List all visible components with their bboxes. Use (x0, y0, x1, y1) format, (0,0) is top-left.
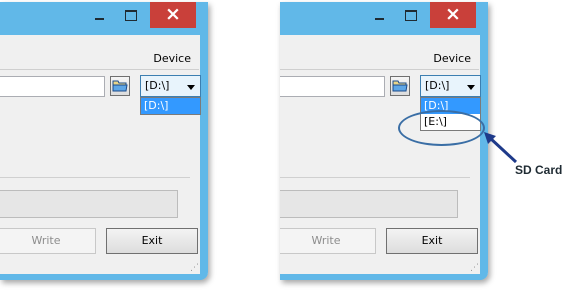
device-select[interactable]: [D:\] (140, 75, 201, 97)
close-icon[interactable] (150, 2, 196, 28)
device-select-value: [D:\] (145, 79, 170, 92)
folder-icon (112, 80, 128, 92)
maximize-icon[interactable] (396, 2, 426, 28)
maximize-icon[interactable] (116, 2, 146, 28)
chevron-down-icon[interactable] (467, 85, 475, 90)
device-select[interactable]: [D:\] (420, 75, 481, 97)
progress-bar (280, 190, 458, 218)
window-border-bottom (280, 274, 488, 280)
device-label: Device (153, 52, 191, 65)
write-button[interactable]: Write (0, 228, 96, 254)
dropdown-option-d[interactable]: [D:\] (141, 98, 200, 114)
client-area: Device [D:\] [D:\] Write Exit ⋰ (0, 35, 201, 274)
window-border-right (200, 2, 208, 280)
device-group: Device (280, 49, 479, 70)
arrow-icon (484, 132, 518, 164)
resize-grip-icon[interactable]: ⋰ (470, 263, 479, 273)
path-input[interactable] (0, 76, 105, 97)
group-divider (0, 177, 190, 178)
browse-folder-button[interactable] (110, 76, 130, 96)
device-label: Device (433, 52, 471, 65)
sd-card-highlight (398, 110, 485, 146)
device-dropdown: [D:\] (140, 97, 201, 115)
exit-button[interactable]: Exit (386, 228, 478, 254)
minimize-icon[interactable] (365, 2, 395, 28)
device-group: Device (0, 49, 199, 70)
write-button[interactable]: Write (280, 228, 376, 254)
path-input[interactable] (280, 76, 385, 97)
group-divider (280, 177, 470, 178)
browse-folder-button[interactable] (390, 76, 410, 96)
sd-card-label: SD Card (515, 163, 563, 177)
exit-button[interactable]: Exit (106, 228, 198, 254)
chevron-down-icon[interactable] (187, 85, 195, 90)
title-bar[interactable] (280, 2, 488, 35)
app-window-before: Device [D:\] [D:\] Write Exit ⋰ (0, 2, 208, 280)
minimize-icon[interactable] (85, 2, 115, 28)
client-area: Device [D:\] [D:\] [E:\] Write Exit ⋰ (280, 35, 481, 274)
progress-bar (0, 190, 178, 218)
device-select-value: [D:\] (425, 79, 450, 92)
close-icon[interactable] (430, 2, 476, 28)
folder-icon (392, 80, 408, 92)
resize-grip-icon[interactable]: ⋰ (190, 263, 199, 273)
title-bar[interactable] (0, 2, 208, 35)
window-border-bottom (0, 274, 208, 280)
